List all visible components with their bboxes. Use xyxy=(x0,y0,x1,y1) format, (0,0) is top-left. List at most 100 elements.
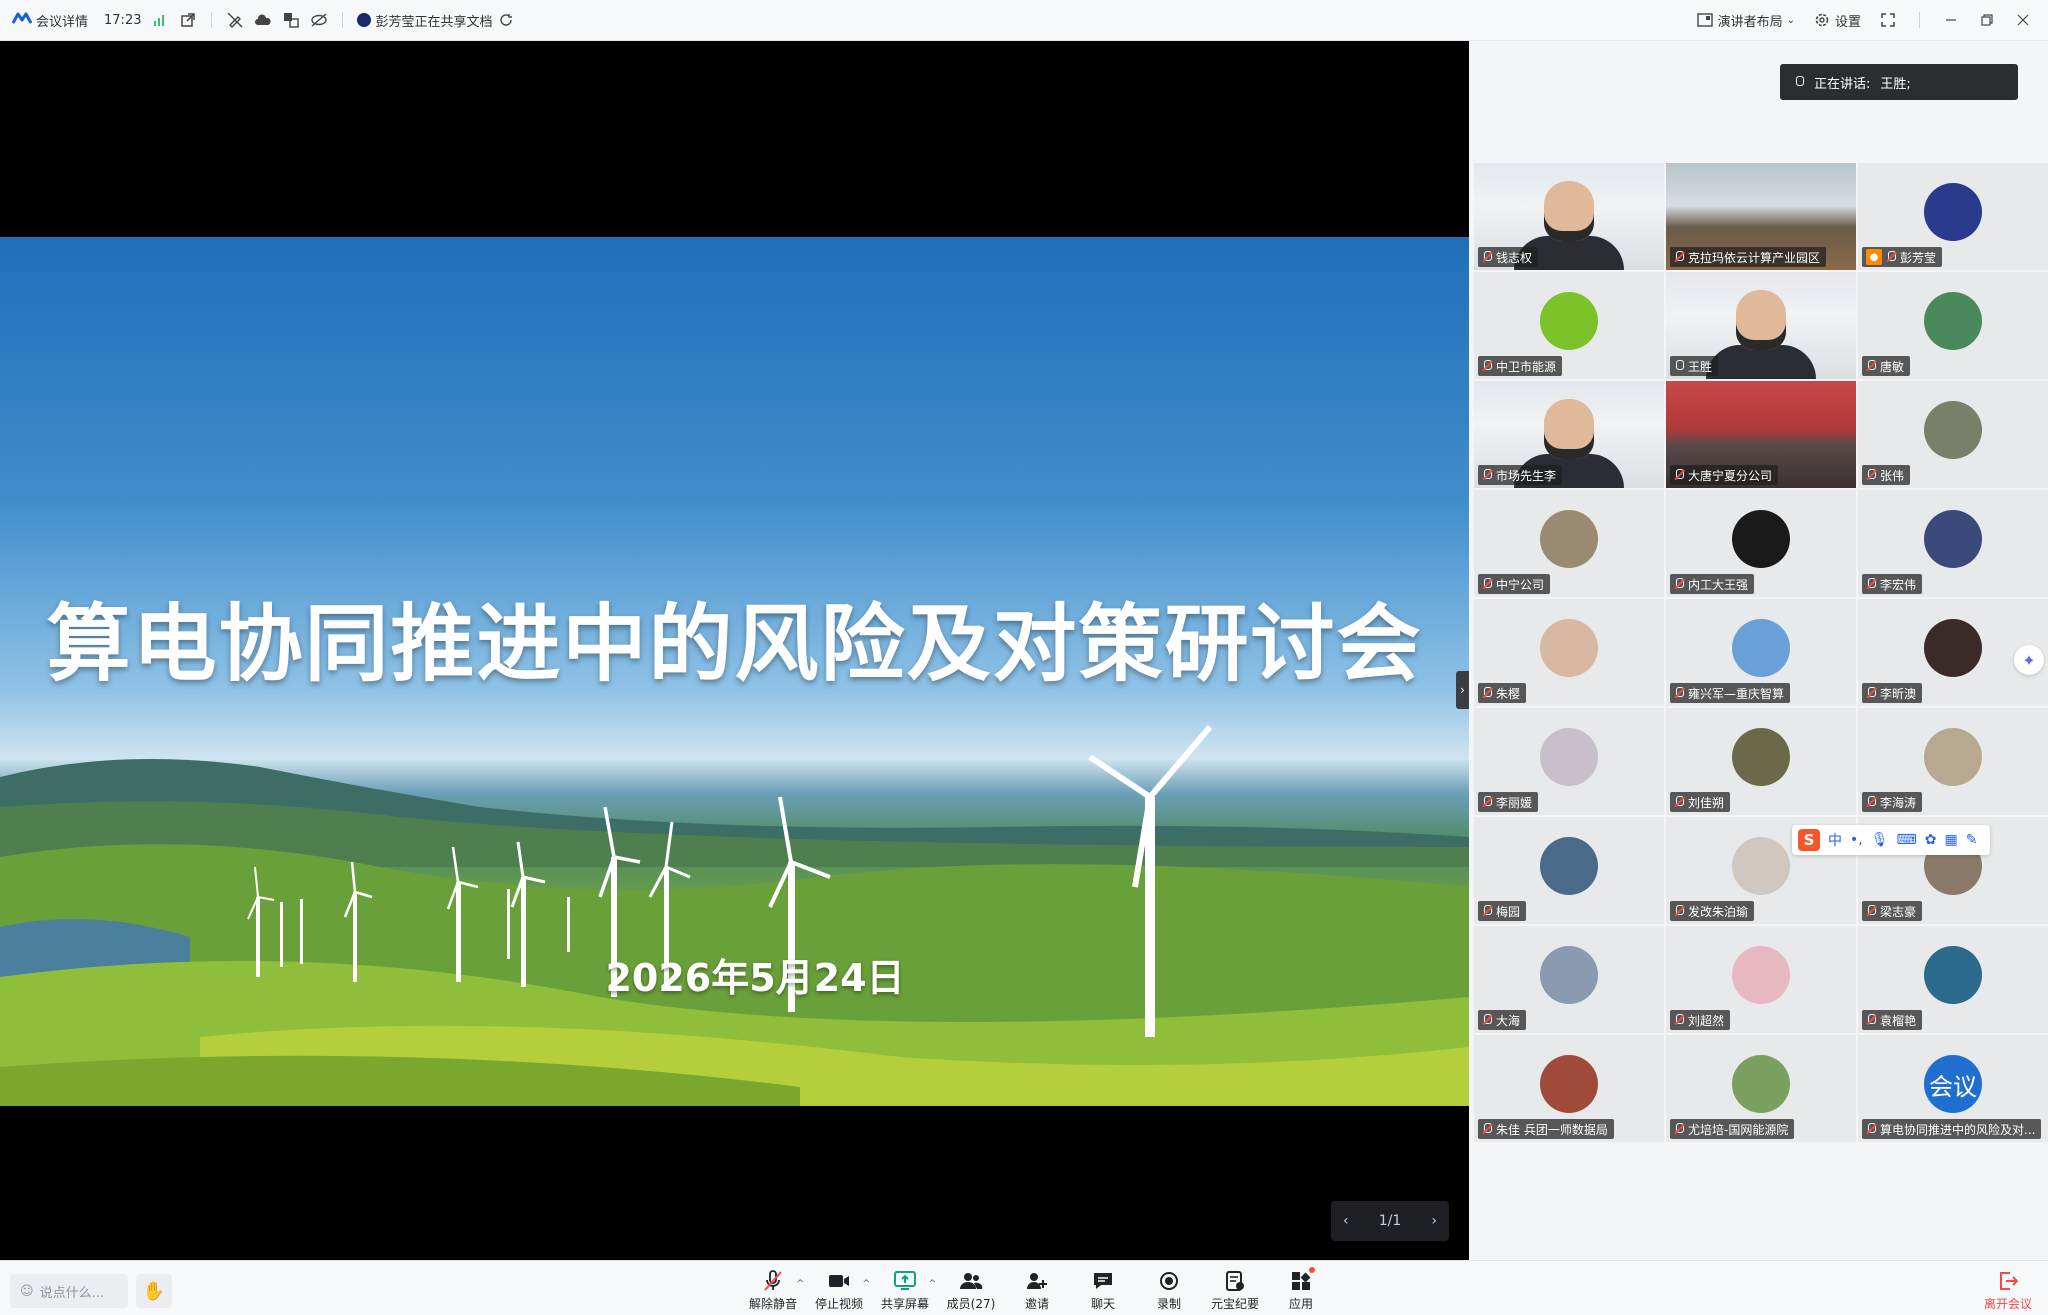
ime-extra-icon[interactable]: ✎ xyxy=(1966,832,1978,848)
annotation-off-icon[interactable] xyxy=(226,11,244,29)
share-screen-button[interactable]: 共享屏幕 ^ xyxy=(872,1267,938,1315)
mic-muted-icon xyxy=(1482,578,1492,590)
participant-tile[interactable]: 钱志权 xyxy=(1474,163,1664,270)
presentation-slide: 算电协同推进中的风险及对策研讨会 2026年5月24日 xyxy=(0,237,1469,1106)
participant-tile[interactable]: 雍兴军—重庆智算 xyxy=(1666,599,1856,706)
mic-muted-icon xyxy=(1866,578,1876,590)
participant-name: 算电协同推进中的风险及对... xyxy=(1880,1122,2036,1137)
mic-muted-icon xyxy=(1674,578,1684,590)
mic-muted-icon xyxy=(1866,1014,1876,1026)
collapse-panel-button[interactable]: › xyxy=(1456,671,1469,709)
participant-tile[interactable]: 刘超然 xyxy=(1666,926,1856,1033)
participant-tile[interactable]: 中卫市能源 xyxy=(1474,272,1664,379)
participant-tile[interactable]: 李宏伟 xyxy=(1858,490,2048,597)
restore-icon[interactable] xyxy=(1978,11,1996,29)
participant-tile[interactable]: 唐敏 xyxy=(1858,272,2048,379)
invite-button[interactable]: 邀请 xyxy=(1004,1267,1070,1315)
participant-tile[interactable]: 内工大王强 xyxy=(1666,490,1856,597)
participant-name: 梅园 xyxy=(1496,904,1521,919)
stop-video-button[interactable]: 停止视频 ^ xyxy=(806,1267,872,1315)
participant-tile[interactable]: 刘佳朔 xyxy=(1666,708,1856,815)
participant-avatar xyxy=(1924,946,1982,1005)
toolbox-icon[interactable]: ▦ xyxy=(1944,832,1957,848)
participant-tile[interactable]: 市场先生李 xyxy=(1474,381,1664,488)
punctuation-icon[interactable]: •, xyxy=(1850,832,1863,848)
meeting-details-button[interactable]: 会议详情 xyxy=(11,11,88,30)
ai-assistant-icon[interactable]: ✦ xyxy=(2014,645,2044,675)
settings-button[interactable]: 设置 xyxy=(1813,11,1861,30)
participant-tile[interactable]: 王胜 xyxy=(1666,272,1856,379)
bottom-toolbar: ☺ 说点什么... ✋ 解除静音 ^ 停止视频 ^ 共享屏幕 ^ 成员(27) … xyxy=(0,1260,2048,1315)
next-page-icon[interactable]: › xyxy=(1431,1213,1437,1229)
participant-nametag: 李宏伟 xyxy=(1862,574,1923,594)
keyboard-icon[interactable]: ⌨ xyxy=(1897,832,1917,848)
person-body xyxy=(1706,345,1816,379)
mic-muted-icon xyxy=(1866,796,1876,808)
participant-name: 刘佳朔 xyxy=(1688,795,1725,810)
participant-tile[interactable]: 大唐宁夏分公司 xyxy=(1666,381,1856,488)
participant-tile[interactable]: ● 彭芳莹 xyxy=(1858,163,2048,270)
participant-tile[interactable]: 梅园 xyxy=(1474,817,1664,924)
participant-tile[interactable]: 大海 xyxy=(1474,926,1664,1033)
speaking-name: 王胜; xyxy=(1880,76,1911,92)
participant-tile[interactable]: 尤培培-国网能源院 xyxy=(1666,1035,1856,1142)
participant-tile[interactable]: 张伟 xyxy=(1858,381,2048,488)
mic-muted-icon xyxy=(1674,905,1684,917)
participant-avatar xyxy=(1924,292,1982,351)
ai-minutes-button[interactable]: 元宝纪要 xyxy=(1202,1267,1268,1315)
participant-avatar xyxy=(1924,401,1982,460)
skin-icon[interactable]: ✿ xyxy=(1925,832,1937,848)
external-link-icon[interactable] xyxy=(179,11,197,29)
record-label: 录制 xyxy=(1156,1297,1181,1311)
ime-toolbar[interactable]: S 中 •, 🎙 ⌨ ✿ ▦ ✎ xyxy=(1792,825,1990,855)
unmute-button[interactable]: 解除静音 ^ xyxy=(740,1267,806,1315)
participant-name: 朱佳 兵团一师数据局 xyxy=(1496,1122,1608,1137)
participant-tile[interactable]: 中宁公司 xyxy=(1474,490,1664,597)
fullscreen-icon[interactable] xyxy=(1879,11,1897,29)
members-label: 成员(27) xyxy=(946,1297,996,1311)
slide-date: 2026年5月24日 xyxy=(605,956,905,1000)
participant-tile[interactable]: 克拉玛依云计算产业园区 xyxy=(1666,163,1856,270)
sharing-status[interactable]: 彭芳莹正在共享文档 xyxy=(357,11,514,30)
raise-hand-button[interactable]: ✋ xyxy=(136,1274,172,1308)
signal-icon[interactable] xyxy=(151,11,169,29)
shared-screen-area[interactable]: 算电协同推进中的风险及对策研讨会 2026年5月24日 › xyxy=(0,41,1469,1260)
mic-muted-icon xyxy=(1674,1123,1684,1135)
participant-tile[interactable]: 朱樱 xyxy=(1474,599,1664,706)
participant-nametag: 刘超然 xyxy=(1670,1010,1731,1030)
participant-tile[interactable]: 袁榴艳 xyxy=(1858,926,2048,1033)
refresh-icon[interactable] xyxy=(497,11,515,29)
cloud-icon[interactable] xyxy=(254,11,272,29)
caret-up-icon[interactable]: ^ xyxy=(862,1279,870,1289)
participant-nametag: 发改朱泊瑜 xyxy=(1670,901,1755,921)
caret-up-icon[interactable]: ^ xyxy=(796,1279,804,1289)
voice-input-icon[interactable]: 🎙 xyxy=(1871,832,1889,848)
participant-avatar xyxy=(1924,728,1982,787)
mic-muted-icon xyxy=(1866,360,1876,372)
translate-icon[interactable] xyxy=(282,11,300,29)
participant-tile[interactable]: 会议 算电协同推进中的风险及对... xyxy=(1858,1035,2048,1142)
minimize-icon[interactable] xyxy=(1942,11,1960,29)
leave-meeting-button[interactable]: 离开会议 xyxy=(1978,1267,2038,1315)
layout-dropdown[interactable]: 演讲者布局 ⌄ xyxy=(1696,11,1795,30)
record-button[interactable]: 录制 xyxy=(1136,1267,1202,1315)
participant-tile[interactable]: 朱佳 兵团一师数据局 xyxy=(1474,1035,1664,1142)
ime-chinese-mode[interactable]: 中 xyxy=(1828,830,1842,850)
participant-nametag: 大唐宁夏分公司 xyxy=(1670,465,1779,485)
participant-tile[interactable]: 李海涛 xyxy=(1858,708,2048,815)
chat-button[interactable]: 聊天 xyxy=(1070,1267,1136,1315)
members-button[interactable]: 成员(27) xyxy=(938,1267,1004,1315)
participant-nametag: 张伟 xyxy=(1862,465,1911,485)
participant-tile[interactable]: 李丽媛 xyxy=(1474,708,1664,815)
hide-icon[interactable] xyxy=(310,11,328,29)
caret-up-icon[interactable]: ^ xyxy=(928,1279,936,1289)
participant-nametag: ● 彭芳莹 xyxy=(1862,247,1943,267)
close-icon[interactable] xyxy=(2014,11,2032,29)
divider xyxy=(342,12,344,28)
previous-page-icon[interactable]: ‹ xyxy=(1343,1213,1349,1229)
participant-nametag: 尤培培-国网能源院 xyxy=(1670,1119,1795,1139)
apps-button[interactable]: 应用 xyxy=(1268,1267,1334,1315)
quick-message-input[interactable]: ☺ 说点什么... xyxy=(10,1274,128,1308)
participant-name: 钱志权 xyxy=(1496,250,1533,265)
share-screen-icon xyxy=(893,1269,917,1293)
